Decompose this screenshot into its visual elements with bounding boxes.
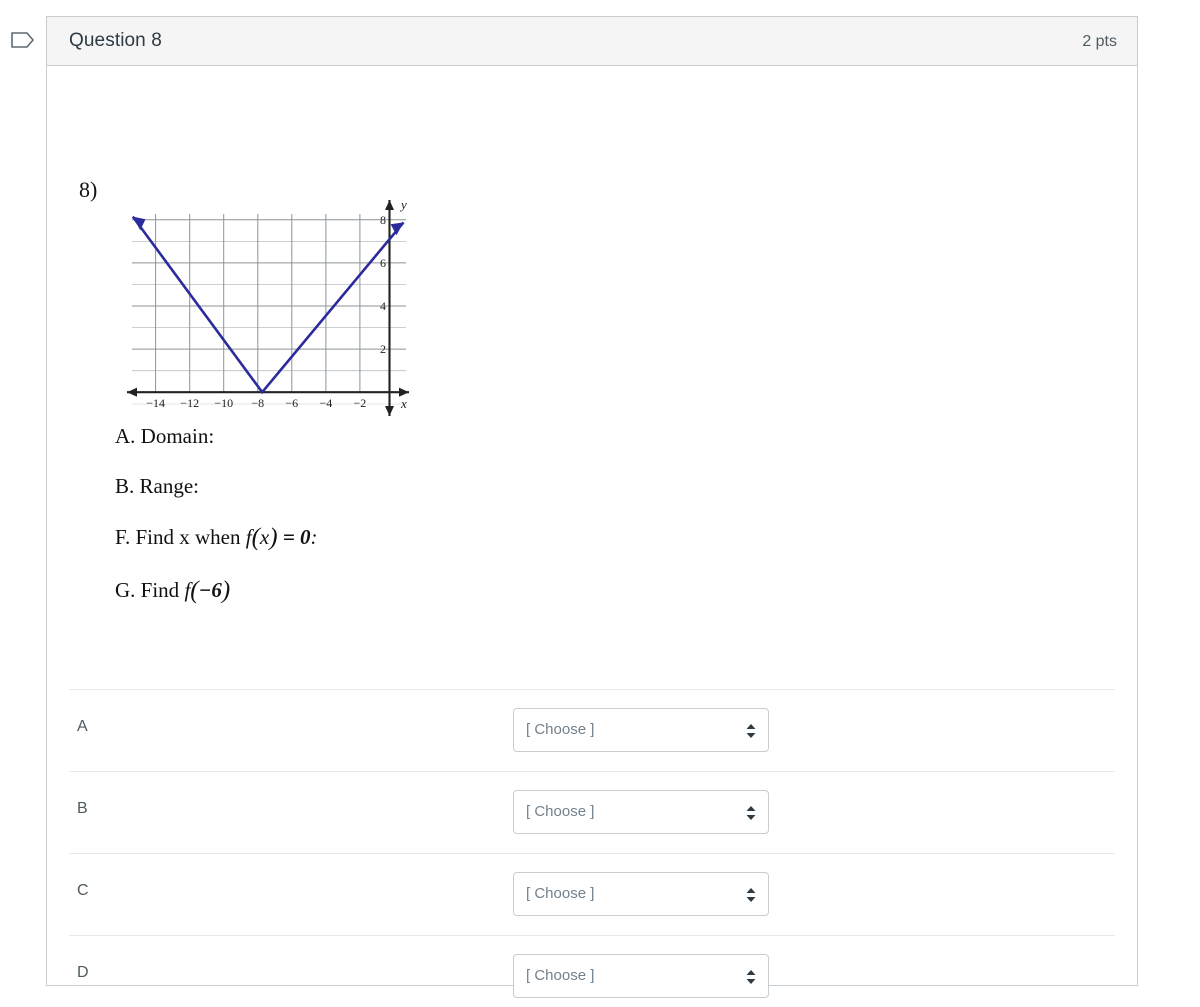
answer-select-b-value: [ Choose ] [526, 803, 595, 820]
graph-function-line [131, 215, 405, 395]
prompt-domain: A. Domain: [115, 424, 215, 448]
prompt-find-fneg6: G. Find f(−6) [115, 577, 715, 605]
prompt-list: A. Domain: B. Range: F. Find x when f(x)… [115, 424, 715, 630]
question-body: 8) y x −14 −12 −10 −8 −6 −4 −2 2 4 6 8 A… [47, 66, 1137, 998]
problem-number: 8) [79, 177, 98, 202]
table-row: B [ Choose ] [69, 771, 1115, 853]
flag-outline-icon[interactable] [8, 26, 38, 54]
table-row: A [ Choose ] [69, 689, 1115, 771]
prompt-find-fneg6-math: f(−6) [184, 577, 231, 604]
prompt-find-fneg6-label: G. Find [115, 578, 185, 602]
function-graph: y x −14 −12 −10 −8 −6 −4 −2 2 4 6 8 [109, 186, 419, 421]
question-header: Question 8 2 pts [47, 17, 1137, 66]
chevron-updown-icon [745, 886, 757, 904]
answer-select-c[interactable]: [ Choose ] [513, 872, 769, 916]
prompt-find-x-label: F. Find x when [115, 525, 246, 549]
answer-rows: A [ Choose ] B [ Choose] C [Choose] D… [69, 689, 1115, 1007]
answer-label-d: D [77, 964, 89, 981]
chevron-updown-icon [745, 804, 757, 822]
answer-select-c-value: [ Choose ] [526, 885, 595, 902]
answer-select-b[interactable]: [ Choose ] [513, 790, 769, 834]
chevron-updown-icon [745, 722, 757, 740]
answer-select-a[interactable]: [ Choose ] [513, 708, 769, 752]
points-badge: 2 pts [1082, 33, 1117, 50]
answer-label-c: C [77, 882, 89, 899]
prompt-range: B. Range: [115, 474, 199, 498]
chevron-updown-icon [745, 968, 757, 986]
prompt-find-x-math: f(x) = 0: [245, 524, 318, 551]
answer-label-b: B [77, 800, 88, 817]
answer-label-a: A [77, 718, 88, 735]
answer-select-a-value: [ Choose ] [526, 721, 595, 738]
answer-select-d-value: [ Choose ] [526, 967, 595, 984]
answer-select-d[interactable]: [ Choose ] [513, 954, 769, 998]
page-title: Question 8 [69, 30, 162, 51]
page-root: Question 8 2 pts 8) y x −14 −12 −10 −8 −… [0, 0, 1200, 1007]
table-row: D [ Choose ] [69, 935, 1115, 1007]
question-container: Question 8 2 pts 8) y x −14 −12 −10 −8 −… [46, 16, 1138, 998]
prompt-find-x: F. Find x when f(x) = 0: [115, 524, 715, 552]
table-row: C [ Choose ] [69, 853, 1115, 935]
